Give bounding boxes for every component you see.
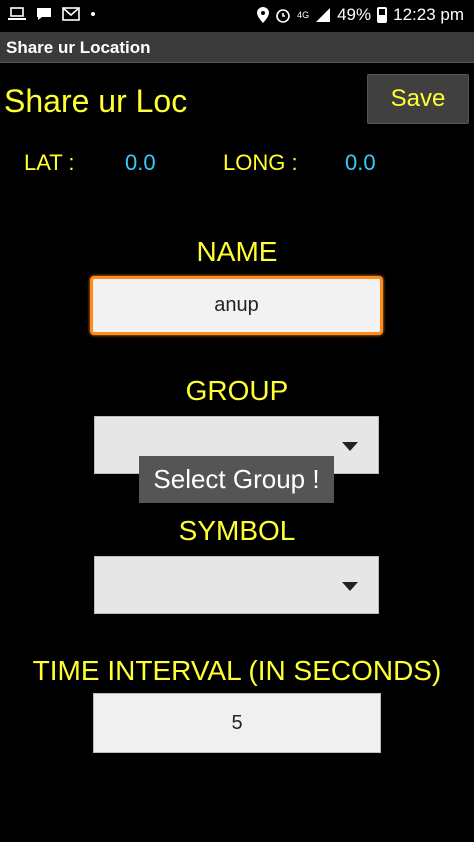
toast-message: Select Group !	[139, 456, 334, 503]
dropdown-arrow-icon	[342, 442, 358, 451]
long-value: 0.0	[345, 150, 376, 175]
mail-icon	[62, 7, 80, 21]
network-type-label: 4G	[297, 10, 310, 20]
lat-label: LAT :	[24, 150, 75, 175]
battery-icon	[377, 7, 388, 23]
long-label: LONG :	[223, 150, 298, 175]
name-input[interactable]: anup	[90, 276, 383, 335]
dot-icon	[91, 12, 95, 16]
status-time: 12:23 pm	[393, 5, 464, 24]
group-label: GROUP	[185, 375, 289, 406]
alarm-icon	[276, 9, 290, 23]
chat-icon	[37, 8, 51, 20]
laptop-icon	[8, 7, 26, 20]
status-bar: 4G 49% 12:23 pm	[0, 0, 474, 32]
signal-icon	[316, 8, 331, 22]
time-interval-label: TIME INTERVAL (IN SECONDS)	[32, 655, 442, 686]
name-label: NAME	[196, 236, 278, 267]
symbol-dropdown[interactable]	[94, 556, 379, 614]
dropdown-arrow-icon	[342, 582, 358, 591]
page-heading: Share ur Loc	[4, 83, 188, 119]
lat-value: 0.0	[125, 150, 156, 175]
location-pin-icon	[257, 7, 270, 23]
app-title-bar: Share ur Location	[0, 32, 474, 63]
save-button[interactable]: Save	[367, 74, 469, 124]
symbol-label: SYMBOL	[178, 515, 296, 546]
time-interval-input[interactable]: 5	[93, 693, 381, 753]
battery-percent: 49%	[337, 5, 372, 24]
